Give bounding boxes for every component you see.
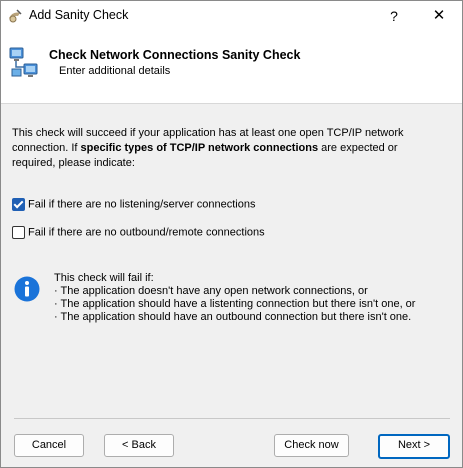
- content-area: This check will succeed if your applicat…: [1, 104, 462, 467]
- close-button[interactable]: ✕: [416, 1, 462, 31]
- description-bold: specific types of TCP/IP network connect…: [80, 142, 319, 154]
- info-heading: This check will fail if:: [54, 272, 154, 284]
- info-item: · The application doesn't have any open …: [54, 285, 368, 297]
- divider: [14, 418, 450, 419]
- checkbox-outbound[interactable]: [12, 226, 25, 239]
- help-button[interactable]: ?: [371, 1, 417, 31]
- cancel-button[interactable]: Cancel: [14, 434, 84, 457]
- check-now-button[interactable]: Check now: [274, 434, 349, 457]
- page-subtitle: Enter additional details: [59, 65, 171, 77]
- wizard-header: Check Network Connections Sanity Check E…: [1, 31, 462, 104]
- option-outbound-label: Fail if there are no outbound/remote con…: [28, 226, 265, 239]
- info-message: This check will fail if: · The applicati…: [54, 272, 415, 324]
- option-listening-label: Fail if there are no listening/server co…: [28, 198, 256, 211]
- app-icon: [7, 8, 23, 24]
- option-outbound-connections[interactable]: Fail if there are no outbound/remote con…: [12, 226, 265, 239]
- window-title: Add Sanity Check: [29, 8, 129, 22]
- back-button[interactable]: < Back: [104, 434, 174, 457]
- dialog-window: Add Sanity Check ? ✕ Check Network Conne…: [0, 0, 463, 468]
- option-listening-connections[interactable]: Fail if there are no listening/server co…: [12, 198, 255, 211]
- next-button[interactable]: Next >: [378, 434, 450, 459]
- network-computers-icon: [9, 47, 39, 79]
- title-bar: Add Sanity Check ? ✕: [1, 1, 462, 31]
- info-item: · The application should have an outboun…: [54, 311, 412, 323]
- checkbox-listening[interactable]: [12, 198, 25, 211]
- page-title: Check Network Connections Sanity Check: [49, 48, 301, 62]
- description-text: This check will succeed if your applicat…: [12, 126, 432, 171]
- info-icon: [14, 276, 40, 302]
- info-item: · The application should have a listenti…: [54, 298, 416, 310]
